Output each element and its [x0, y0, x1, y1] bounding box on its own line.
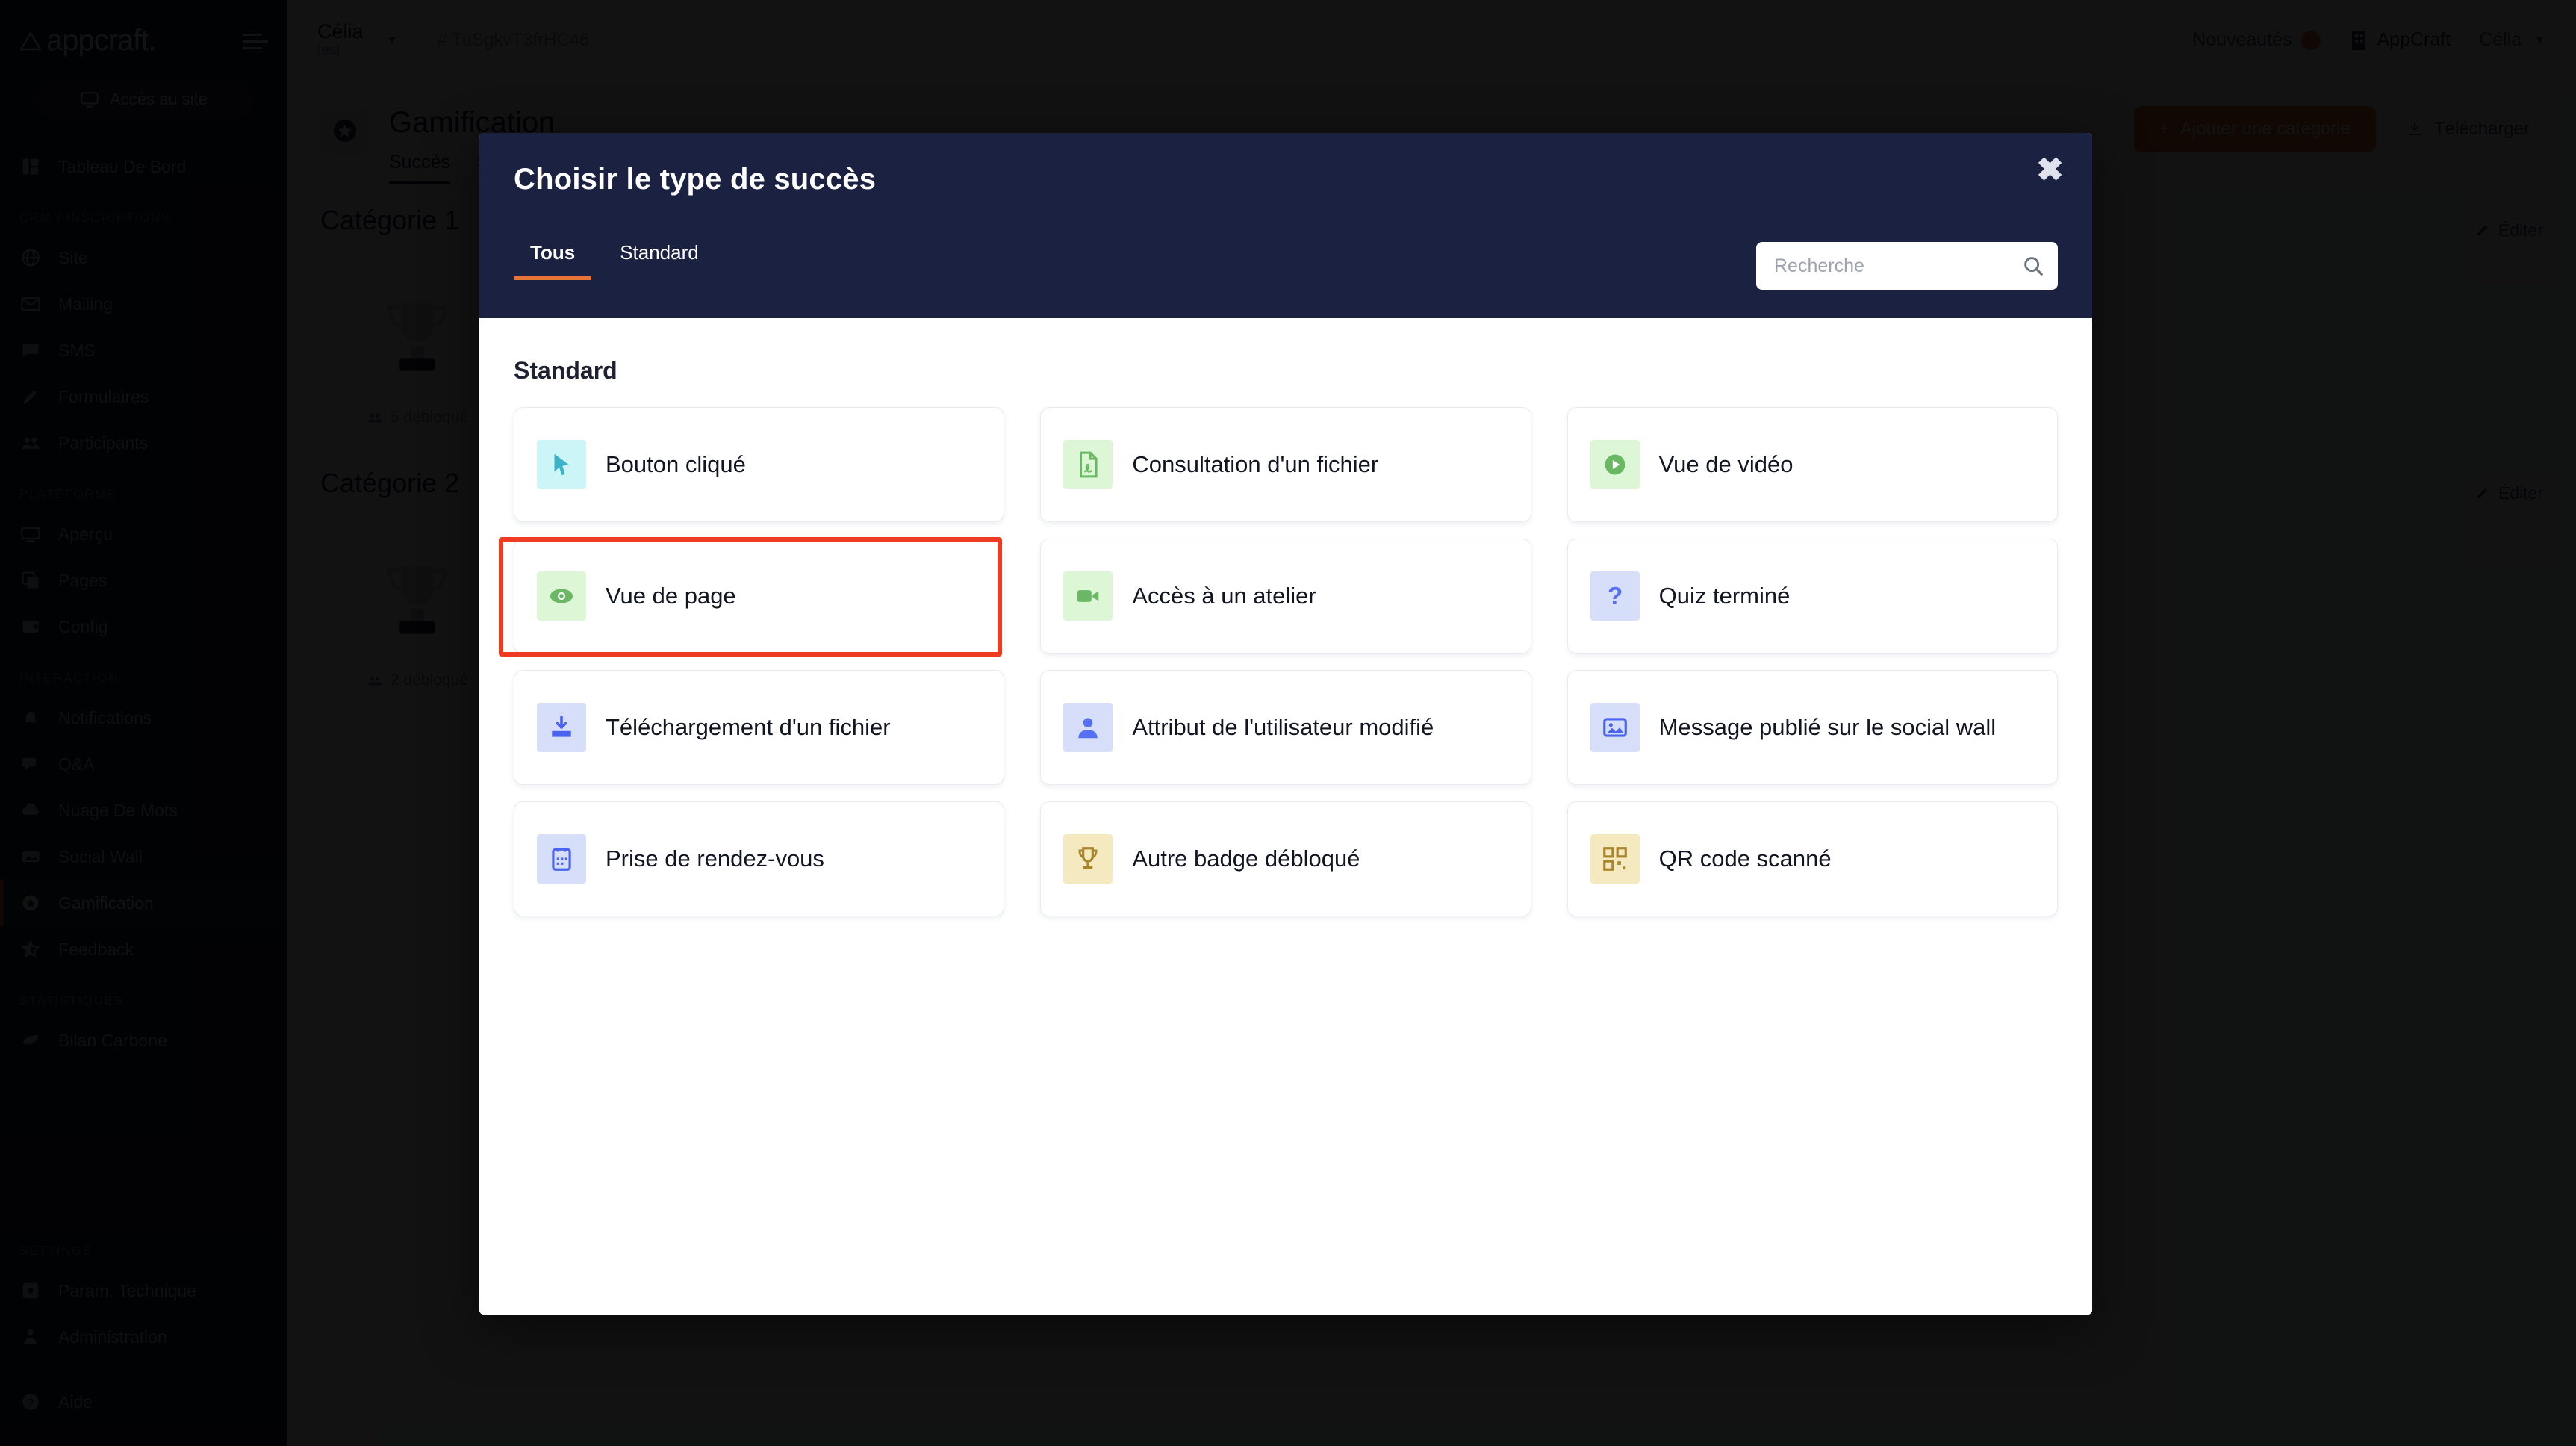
- option-qr-code-scanne[interactable]: QR code scanné: [1567, 801, 2058, 916]
- download-icon: [537, 703, 586, 752]
- search-box[interactable]: [1756, 242, 2058, 290]
- svg-text:?: ?: [1608, 583, 1623, 610]
- eye-icon: [537, 571, 586, 621]
- trophy-icon: [1063, 834, 1113, 884]
- option-consultation-fichier[interactable]: Consultation d'un fichier: [1040, 407, 1531, 522]
- option-autre-badge-debloque[interactable]: Autre badge débloqué: [1040, 801, 1531, 916]
- option-label: Téléchargement d'un fichier: [606, 714, 891, 741]
- option-message-social-wall[interactable]: Message publié sur le social wall: [1567, 670, 2058, 785]
- option-quiz-termine[interactable]: ? Quiz terminé: [1567, 539, 2058, 654]
- question-icon: ?: [1590, 571, 1640, 621]
- option-attribut-utilisateur[interactable]: Attribut de l'utilisateur modifié: [1040, 670, 1531, 785]
- modal-header: Choisir le type de succès ✖ Tous Standar…: [479, 133, 2092, 318]
- close-icon[interactable]: ✖: [2036, 154, 2064, 187]
- calendar-icon: [537, 834, 586, 884]
- option-telechargement-fichier[interactable]: Téléchargement d'un fichier: [514, 670, 1005, 785]
- search-input[interactable]: [1774, 255, 2022, 277]
- option-label: Prise de rendez-vous: [606, 845, 824, 872]
- option-label: Vue de vidéo: [1658, 451, 1793, 478]
- option-bouton-clique[interactable]: Bouton cliqué: [514, 407, 1005, 522]
- tab-standard[interactable]: Standard: [603, 237, 715, 280]
- option-label: Bouton cliqué: [606, 451, 746, 478]
- option-label: Consultation d'un fichier: [1132, 451, 1379, 478]
- modal-title: Choisir le type de succès: [514, 163, 877, 196]
- option-label: QR code scanné: [1658, 845, 1832, 872]
- pdf-file-icon: [1063, 440, 1113, 489]
- image-icon: [1590, 703, 1640, 752]
- video-camera-icon: [1063, 571, 1113, 621]
- success-type-grid: Bouton cliqué Consultation d'un fichier …: [514, 407, 2058, 916]
- option-label: Attribut de l'utilisateur modifié: [1132, 714, 1434, 741]
- option-label: Autre badge débloqué: [1132, 845, 1360, 872]
- option-acces-atelier[interactable]: Accès à un atelier: [1040, 539, 1531, 654]
- option-label: Message publié sur le social wall: [1658, 714, 1997, 741]
- play-circle-icon: [1590, 440, 1640, 489]
- cursor-icon: [537, 440, 586, 489]
- tab-tous[interactable]: Tous: [514, 237, 592, 280]
- section-title-standard: Standard: [514, 357, 617, 384]
- option-vue-de-page[interactable]: Vue de page: [514, 539, 1005, 654]
- modal-body: Standard Bouton cliqué Consultation d'un…: [479, 318, 2092, 1315]
- option-label: Vue de page: [606, 583, 736, 609]
- option-label: Accès à un atelier: [1132, 583, 1316, 609]
- user-icon: [1063, 703, 1113, 752]
- option-vue-de-video[interactable]: Vue de vidéo: [1567, 407, 2058, 522]
- option-label: Quiz terminé: [1658, 583, 1791, 609]
- search-icon: [2024, 257, 2043, 276]
- qr-code-icon: [1590, 834, 1640, 884]
- option-prise-rendez-vous[interactable]: Prise de rendez-vous: [514, 801, 1005, 916]
- choose-success-type-modal: Choisir le type de succès ✖ Tous Standar…: [479, 133, 2092, 1315]
